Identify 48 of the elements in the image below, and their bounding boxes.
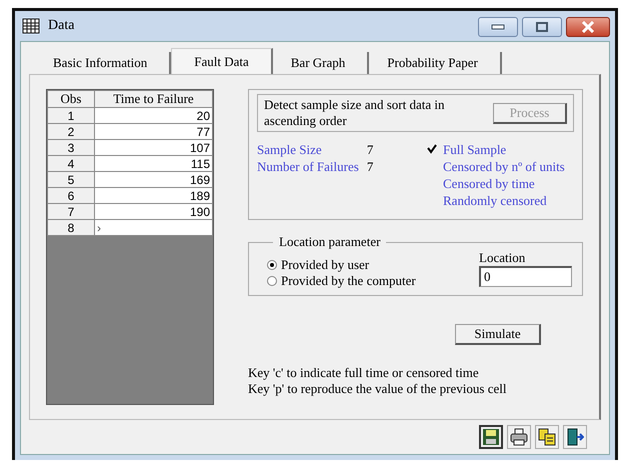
table-cell[interactable]: 169 <box>94 172 212 188</box>
tab[interactable]: Fault Data <box>171 48 273 74</box>
column-header: Obs <box>48 90 94 108</box>
menu-item[interactable]: Censored by time <box>443 176 535 192</box>
close-icon <box>581 21 595 33</box>
radio-option[interactable]: Provided by user <box>267 257 479 273</box>
stat-value: 7 <box>366 159 374 175</box>
row-number: 4 <box>48 156 94 172</box>
row-number: 8 <box>48 220 94 236</box>
save-icon[interactable] <box>479 425 503 449</box>
group-title: Location parameter <box>278 234 382 250</box>
grid-icon <box>22 18 40 34</box>
menu-item[interactable]: Full Sample <box>443 142 506 158</box>
stat-label: Sample Size <box>257 142 323 158</box>
stat-label: Number of Failures <box>257 159 359 175</box>
maximize-button[interactable] <box>522 17 562 37</box>
row-number: 2 <box>48 124 94 140</box>
exit-icon[interactable] <box>563 425 587 449</box>
table-cell[interactable]: 107 <box>94 140 212 156</box>
column-header: Time to Failure <box>94 90 212 108</box>
hint-text: Key 'p' to reproduce the value of the previous cell <box>248 381 508 397</box>
table-cell[interactable]: › <box>94 220 212 236</box>
minimize-button[interactable] <box>478 17 518 37</box>
table-cell[interactable]: 20 <box>94 108 212 124</box>
hint-text: Key 'c' to indicate full time or censored time <box>248 365 480 381</box>
table-cell[interactable]: 190 <box>94 204 212 220</box>
close-button[interactable] <box>566 17 610 37</box>
radio-option[interactable]: Provided by the computer <box>267 273 479 289</box>
print-icon[interactable] <box>507 425 531 449</box>
row-number: 7 <box>48 204 94 220</box>
window-title: Data <box>48 18 74 34</box>
menu-item[interactable]: Censored by nº of units <box>443 159 565 175</box>
table-cell[interactable]: 77 <box>94 124 212 140</box>
simulate-button[interactable]: Simulate <box>455 324 541 345</box>
row-number: 1 <box>48 108 94 124</box>
row-number: 6 <box>48 188 94 204</box>
row-number: 5 <box>48 172 94 188</box>
minimize-icon <box>491 24 505 30</box>
menu-item[interactable]: Randomly censored <box>443 193 547 209</box>
table-cell[interactable]: 189 <box>94 188 212 204</box>
stat-value: 7 <box>366 142 374 158</box>
table-cell[interactable]: 115 <box>94 156 212 172</box>
copy-icon[interactable] <box>535 425 559 449</box>
location-field[interactable]: 0 <box>479 266 572 287</box>
maximize-icon <box>536 22 548 32</box>
instruction-text: Detect sample size and sort data in ascending order <box>264 97 446 129</box>
row-number: 3 <box>48 140 94 156</box>
field-label: Location <box>479 250 526 266</box>
